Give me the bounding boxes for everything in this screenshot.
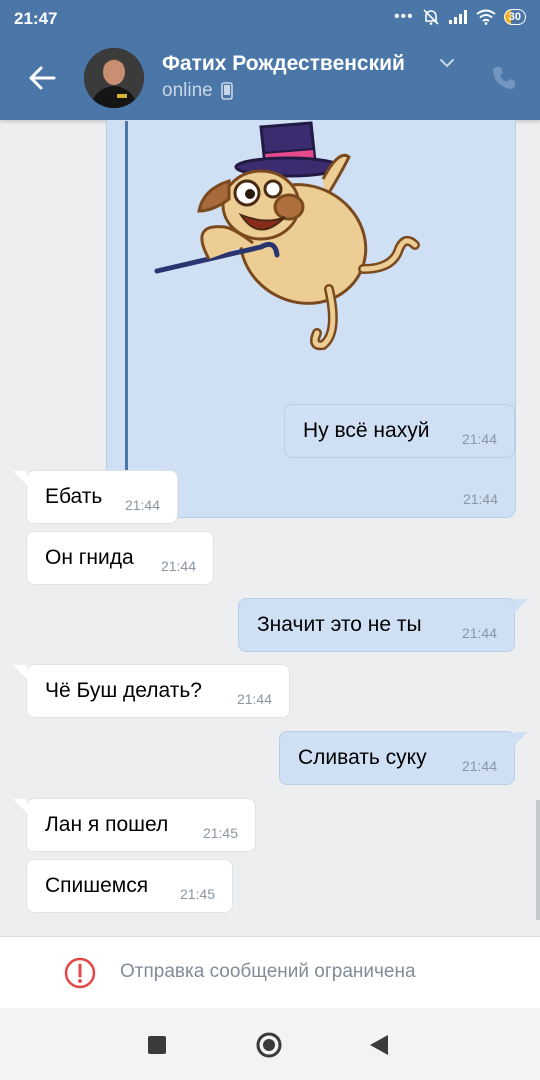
status-bar: 21:47 ••• 30 (0, 0, 540, 36)
message-text: Спишемся (45, 874, 149, 897)
message-text: Сливать суку (298, 746, 427, 769)
status-time: 21:47 (14, 9, 58, 28)
phone-icon[interactable] (490, 64, 518, 92)
message-time: 21:44 (461, 431, 497, 447)
quote-line (125, 121, 128, 473)
back-button[interactable] (22, 58, 62, 98)
restricted-notice-text: Отправка сообщений ограничена (120, 961, 416, 982)
message-text: Чё Буш делать? (45, 679, 202, 702)
message-text: Лан я пошел (45, 813, 169, 836)
message-time: 21:44 (236, 691, 272, 707)
message-time: 21:45 (202, 825, 238, 841)
message-bubble-incoming[interactable]: Лан я пошел 21:45 (13, 798, 256, 852)
message-bubble-incoming[interactable]: Спишемся 21:45 (26, 859, 233, 913)
battery-icon: 30 (503, 9, 526, 25)
message-bubble-incoming[interactable]: Он гнида 21:44 (26, 531, 214, 585)
more-dots-icon: ••• (393, 8, 414, 25)
sticker-message[interactable]: 21:44 (106, 120, 516, 518)
wifi-icon (476, 9, 496, 25)
avatar[interactable] (84, 48, 144, 108)
message-time: 21:45 (179, 886, 215, 902)
signal-icon (448, 10, 467, 24)
message-time: 21:44 (160, 558, 196, 574)
sticker-dog-with-top-hat (154, 121, 420, 351)
message-text: Значит это не ты (257, 613, 422, 636)
message-time: 21:44 (461, 625, 497, 641)
mobile-icon (220, 82, 233, 100)
system-nav-bar (0, 1008, 540, 1080)
message-text: Ну всё нахуй (303, 419, 430, 442)
status-icons: ••• 30 (394, 8, 526, 26)
bubble-tail (13, 799, 27, 813)
message-time: 21:44 (461, 758, 497, 774)
contact-status: online (162, 80, 233, 102)
contact-name[interactable]: Фатих Рождественский (162, 52, 405, 76)
status-text: online (162, 80, 213, 101)
message-text: Он гнида (45, 546, 134, 569)
message-time: 21:44 (124, 497, 160, 513)
warning-icon (64, 957, 96, 989)
message-bubble-incoming[interactable]: Ебать 21:44 (13, 470, 178, 524)
message-bubble-outgoing[interactable]: Значит это не ты 21:44 (238, 598, 528, 652)
mute-bell-icon (423, 9, 439, 25)
bubble-tail (514, 732, 528, 746)
message-bubble-incoming[interactable]: Чё Буш делать? 21:44 (13, 664, 290, 718)
message-bubble-outgoing[interactable]: Сливать суку 21:44 (279, 731, 528, 785)
nav-home-icon[interactable] (256, 1032, 282, 1058)
bubble-tail (13, 471, 27, 485)
nav-back-icon[interactable] (370, 1035, 388, 1055)
bubble-tail (13, 665, 27, 679)
message-list[interactable]: 21:44 Ну всё нахуй 21:44 Ебать 21:44 Он … (0, 120, 540, 936)
chat-header: Фатих Рождественский online (0, 36, 540, 120)
scrollbar[interactable] (536, 800, 540, 920)
messaging-restricted-bar: Отправка сообщений ограничена (0, 936, 540, 1009)
chevron-down-icon[interactable] (437, 56, 457, 70)
bubble-tail (514, 599, 528, 613)
message-text: Ебать (45, 485, 103, 508)
message-bubble-outgoing[interactable]: Ну всё нахуй 21:44 (284, 404, 515, 458)
nav-recents-icon[interactable] (148, 1036, 166, 1054)
message-time: 21:44 (462, 491, 498, 507)
back-arrow-icon (29, 66, 56, 90)
